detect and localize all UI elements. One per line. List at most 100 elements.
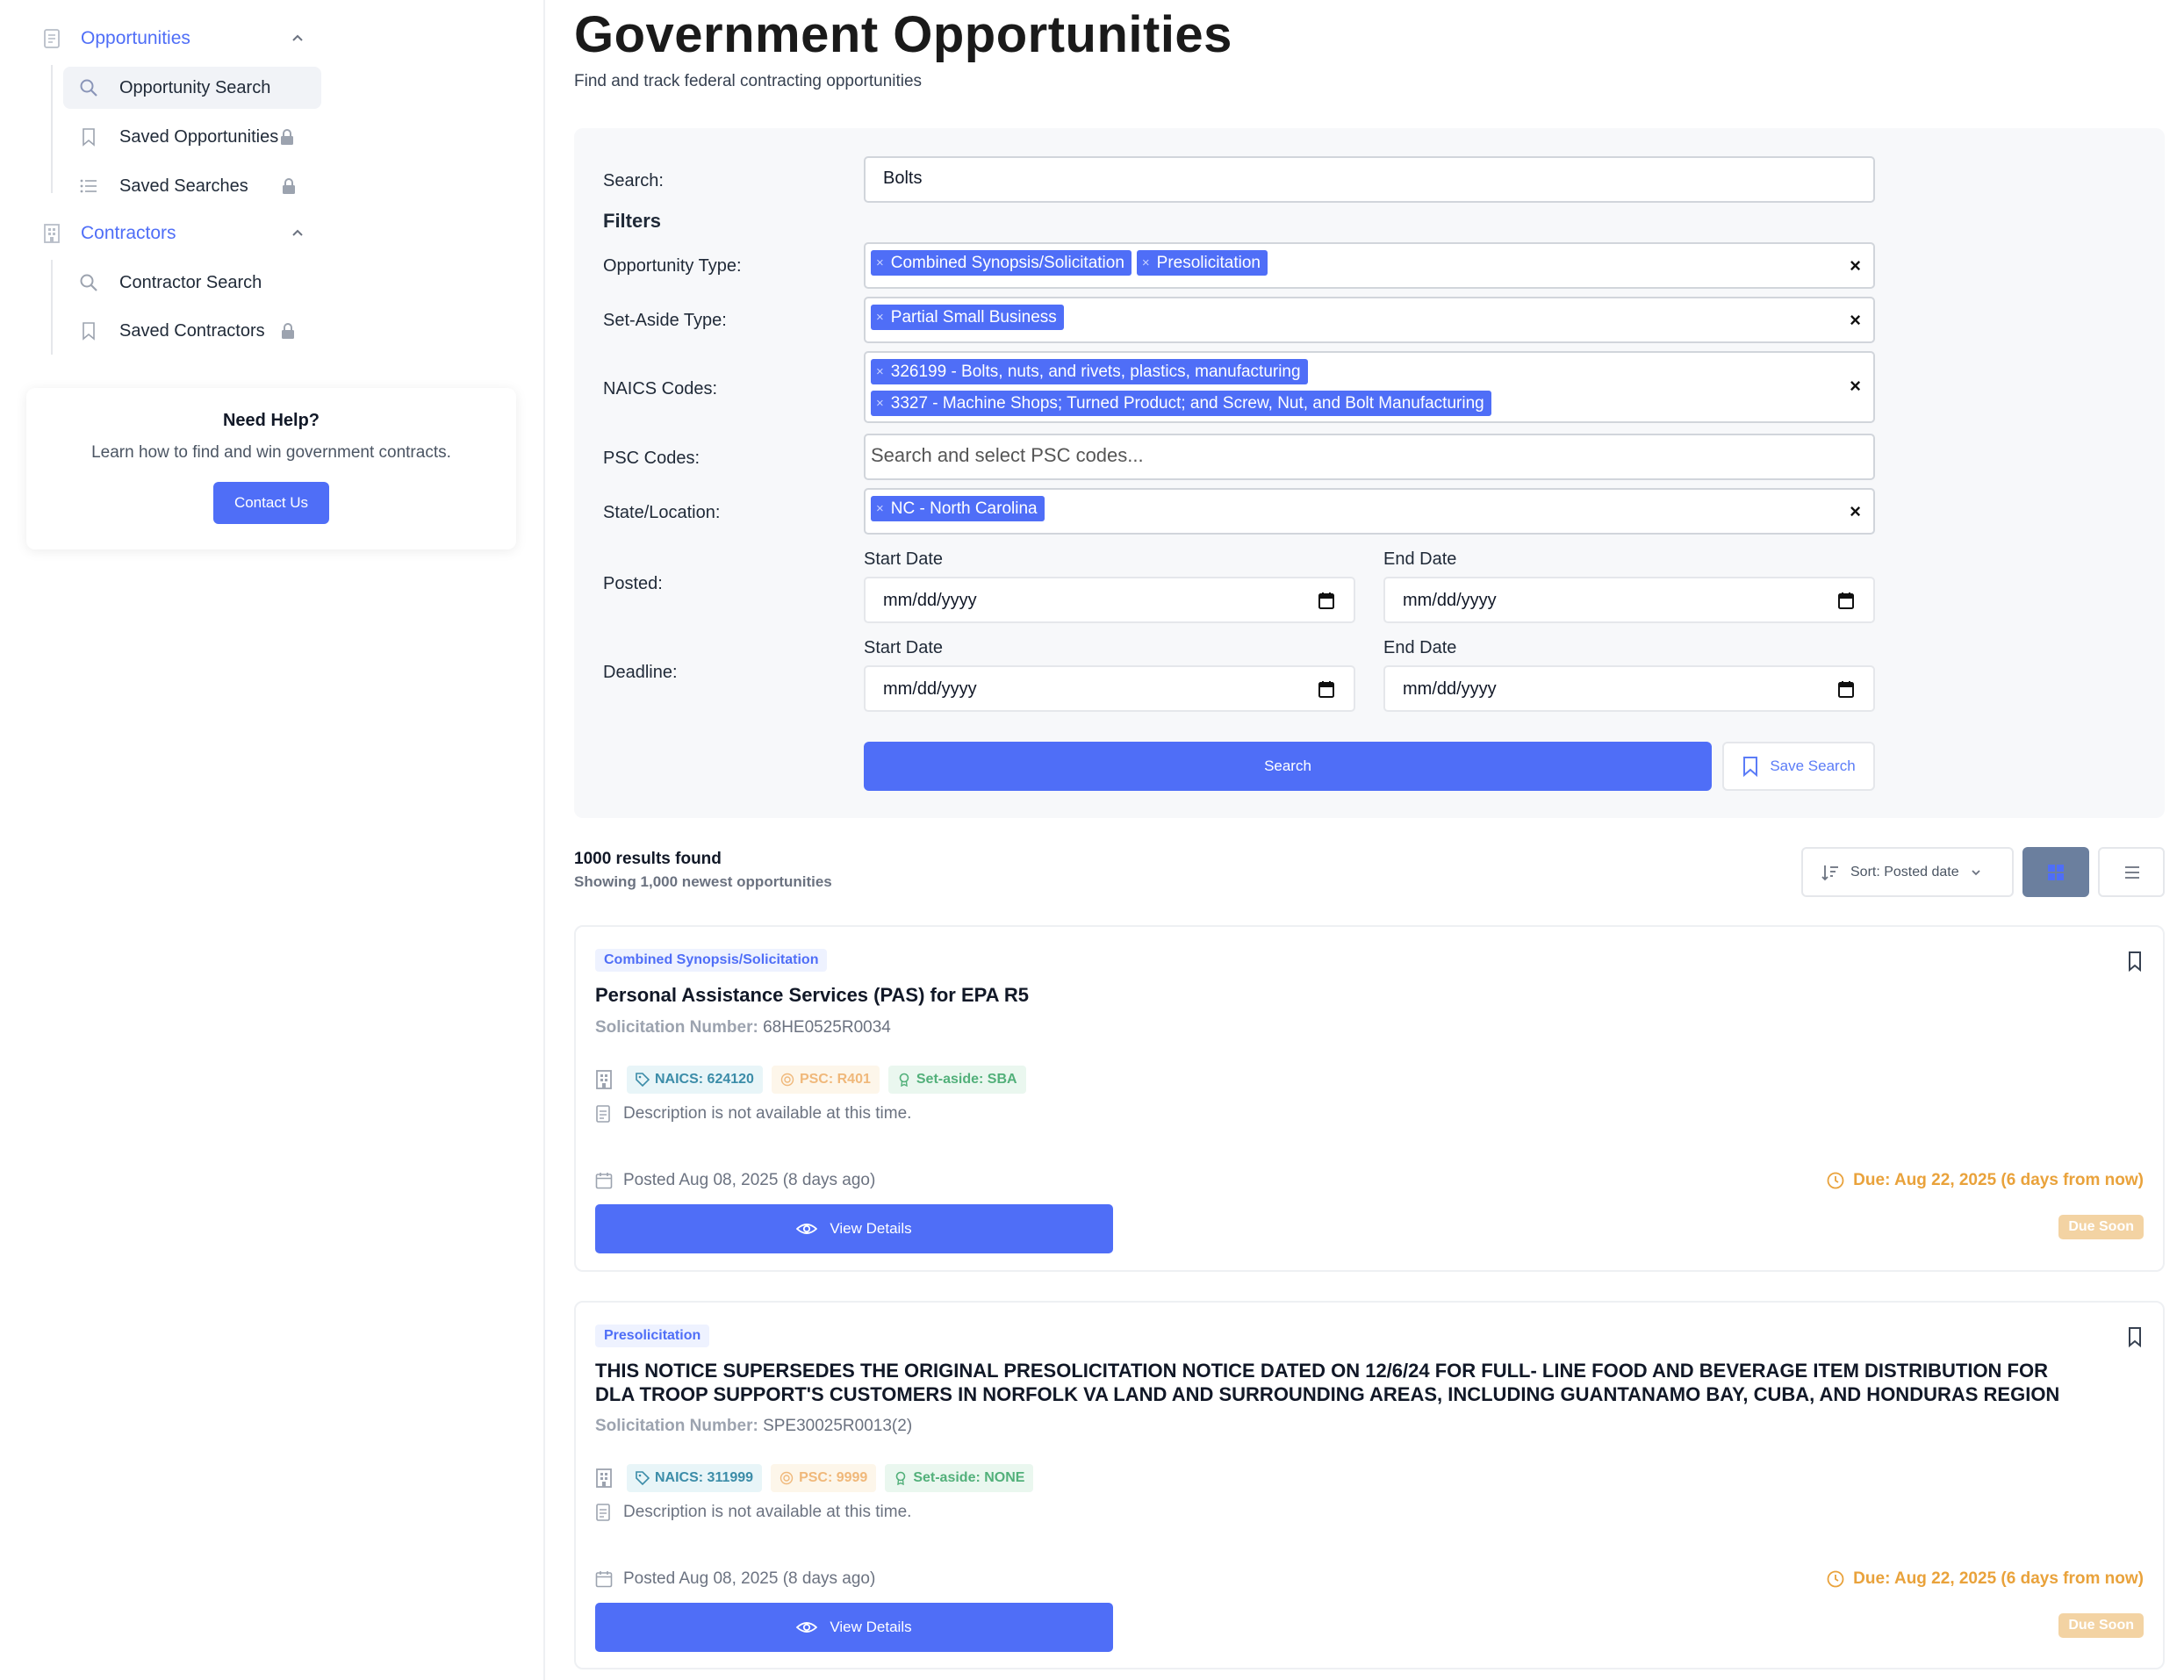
sidebar-item-opportunity-search[interactable]: Opportunity Search xyxy=(63,67,321,109)
clock-icon xyxy=(1827,1570,1844,1588)
calendar-icon xyxy=(595,1571,613,1588)
posted-start-date-input[interactable]: mm/dd/yyyy xyxy=(864,577,1355,623)
tag-label: Partial Small Business xyxy=(890,308,1057,327)
bookmark-icon[interactable] xyxy=(2126,951,2144,972)
sidebar-item-label: Saved Opportunities xyxy=(119,126,279,147)
calendar-icon[interactable] xyxy=(1838,680,1854,698)
search-button[interactable]: Search xyxy=(864,742,1712,791)
clear-icon[interactable]: × xyxy=(1850,500,1861,522)
nav-group-opportunities[interactable]: Opportunities xyxy=(42,16,305,61)
sidebar-item-label: Contractor Search xyxy=(119,272,262,292)
tag-icon xyxy=(636,1471,650,1485)
date-value: mm/dd/yyyy xyxy=(1403,679,1497,699)
lock-icon xyxy=(281,323,295,339)
description-text: Description is not available at this tim… xyxy=(623,1104,912,1123)
tag-remove-icon[interactable]: × xyxy=(1142,250,1150,276)
tag-label: 3327 - Machine Shops; Turned Product; an… xyxy=(890,394,1484,413)
state-select[interactable]: × NC - North Carolina × xyxy=(864,488,1875,535)
clear-icon[interactable]: × xyxy=(1850,376,1861,397)
contact-us-button[interactable]: Contact Us xyxy=(213,482,329,524)
tag-remove-icon[interactable]: × xyxy=(876,250,884,276)
clock-icon xyxy=(1827,1172,1844,1189)
solicitation-value: SPE30025R0013(2) xyxy=(763,1417,913,1435)
document-icon xyxy=(596,1504,610,1521)
calendar-icon[interactable] xyxy=(1838,592,1854,609)
tag-remove-icon[interactable]: × xyxy=(876,359,884,384)
sidebar-item-label: Opportunity Search xyxy=(119,77,271,97)
clear-icon[interactable]: × xyxy=(1850,309,1861,331)
set-aside-value: Set-aside: SBA xyxy=(916,1072,1017,1087)
search-input-value: Bolts xyxy=(883,169,923,188)
set-aside-select[interactable]: × Partial Small Business × xyxy=(864,297,1875,343)
save-search-button[interactable]: Save Search xyxy=(1722,742,1875,791)
opportunity-title[interactable]: Personal Assistance Services (PAS) for E… xyxy=(595,983,2087,1007)
help-card: Need Help? Learn how to find and win gov… xyxy=(26,388,516,549)
psc-placeholder: Search and select PSC codes... xyxy=(871,444,1144,466)
view-details-button[interactable]: View Details xyxy=(595,1204,1113,1253)
deadline-end-date-input[interactable]: mm/dd/yyyy xyxy=(1383,665,1875,712)
opportunity-type-badge: Combined Synopsis/Solicitation xyxy=(595,949,828,972)
sidebar-item-contractor-search[interactable]: Contractor Search xyxy=(63,262,321,304)
sidebar-item-label: Saved Contractors xyxy=(119,320,265,341)
page-subtitle: Find and track federal contracting oppor… xyxy=(574,72,923,90)
tag-label: NC - North Carolina xyxy=(890,499,1038,518)
results-count: 1000 results found xyxy=(574,850,722,868)
posted-text: Posted Aug 08, 2025 (8 days ago) xyxy=(623,1569,876,1588)
tag-remove-icon[interactable]: × xyxy=(876,391,884,416)
nav-tree-line xyxy=(51,260,53,355)
sidebar-item-saved-opportunities[interactable]: Saved Opportunities xyxy=(63,116,321,158)
nav-group-label: Opportunities xyxy=(81,28,190,48)
sort-dropdown[interactable]: Sort: Posted date xyxy=(1801,847,2014,897)
tag-icon xyxy=(636,1073,650,1087)
posted-start-label: Start Date xyxy=(864,549,944,569)
bookmark-icon xyxy=(79,321,98,341)
naics-chip: NAICS: 624120 xyxy=(627,1066,763,1094)
state-tag: × NC - North Carolina xyxy=(871,496,1045,521)
bookmark-icon[interactable] xyxy=(2126,1326,2144,1347)
page-title: Government Opportunities xyxy=(574,6,1232,63)
psc-select[interactable]: Search and select PSC codes... xyxy=(864,434,1875,480)
search-input[interactable]: Bolts xyxy=(864,156,1875,203)
chevron-down-icon xyxy=(1972,869,1980,875)
building-icon xyxy=(596,1468,612,1488)
calendar-icon[interactable] xyxy=(1318,592,1334,609)
tag-remove-icon[interactable]: × xyxy=(876,305,884,330)
posted-end-date-input[interactable]: mm/dd/yyyy xyxy=(1383,577,1875,623)
list-view-button[interactable] xyxy=(2098,847,2165,897)
naics-select[interactable]: × 326199 - Bolts, nuts, and rivets, plast… xyxy=(864,351,1875,423)
sidebar-item-saved-searches[interactable]: Saved Searches xyxy=(63,165,321,207)
set-aside-label: Set-Aside Type: xyxy=(603,311,727,330)
psc-chip: PSC: 9999 xyxy=(771,1464,877,1492)
chevron-up-icon[interactable] xyxy=(290,226,305,241)
clear-icon[interactable]: × xyxy=(1850,255,1861,276)
psc-value: PSC: 9999 xyxy=(799,1470,868,1485)
calendar-icon[interactable] xyxy=(1318,680,1334,698)
sidebar-item-saved-contractors[interactable]: Saved Contractors xyxy=(63,310,321,352)
opportunity-title[interactable]: THIS NOTICE SUPERSEDES THE ORIGINAL PRES… xyxy=(595,1359,2087,1406)
set-aside-value: Set-aside: NONE xyxy=(913,1470,1025,1485)
nav-group-contractors[interactable]: Contractors xyxy=(42,211,305,256)
status-badge: Due Soon xyxy=(2058,1215,2144,1239)
opportunity-type-label: Opportunity Type: xyxy=(603,256,742,276)
view-details-button[interactable]: View Details xyxy=(595,1603,1113,1652)
due-text: Due: Aug 22, 2025 (6 days from now) xyxy=(1853,1171,2144,1189)
description-text: Description is not available at this tim… xyxy=(623,1503,912,1521)
tag-remove-icon[interactable]: × xyxy=(876,496,884,521)
posted-end-label: End Date xyxy=(1383,549,1457,569)
solicitation-label: Solicitation Number: xyxy=(595,1417,758,1435)
view-details-label: View Details xyxy=(830,1220,912,1237)
naics-label: NAICS Codes: xyxy=(603,379,718,398)
nav-group-label: Contractors xyxy=(81,223,176,243)
code-chips: NAICS: 624120 PSC: R401 Set-aside: SBA xyxy=(595,1066,1026,1094)
description: Description is not available at this tim… xyxy=(595,1104,911,1124)
tag-label: Combined Synopsis/Solicitation xyxy=(890,254,1124,272)
opportunity-type-select[interactable]: × Combined Synopsis/Solicitation × Presoli… xyxy=(864,242,1875,289)
solicitation-number: Solicitation Number: SPE30025R0013(2) xyxy=(595,1417,912,1436)
opportunity-card: Combined Synopsis/Solicitation Personal … xyxy=(574,925,2165,1272)
lock-icon xyxy=(282,178,296,194)
set-aside-chip: Set-aside: NONE xyxy=(885,1464,1034,1492)
grid-view-button[interactable] xyxy=(2022,847,2089,897)
posted-label: Posted: xyxy=(603,574,663,593)
deadline-start-date-input[interactable]: mm/dd/yyyy xyxy=(864,665,1355,712)
chevron-up-icon[interactable] xyxy=(290,31,305,47)
